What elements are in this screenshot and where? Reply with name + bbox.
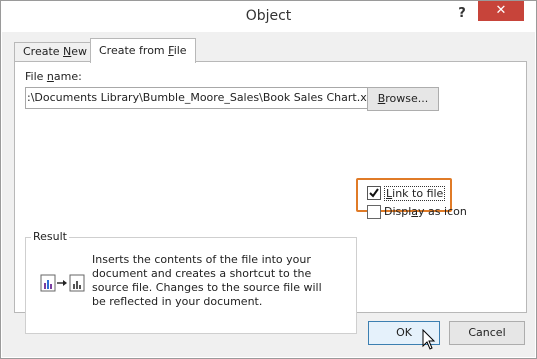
link-to-file-checkbox[interactable] [367, 186, 381, 200]
browse-button[interactable]: Browse... [367, 87, 439, 111]
dialog-body: Create New Create from File File name: :… [2, 32, 535, 357]
display-as-icon-checkbox[interactable] [367, 205, 381, 219]
checkmark-icon [369, 188, 379, 198]
link-to-file-text: ink to file [392, 187, 444, 200]
help-button[interactable]: ? [449, 3, 475, 25]
tab-create-from-file-label-prefix: Create from [99, 44, 169, 57]
create-from-file-panel: File name: :\Documents Library\Bumble_Mo… [14, 61, 527, 334]
tab-create-new-label-prefix: Create [23, 45, 64, 58]
tab-create-from-file-label-suffix: ile [173, 44, 187, 57]
title-bar: Object ? ✕ [1, 1, 536, 32]
linked-object-icon [40, 274, 85, 292]
tab-create-new[interactable]: Create New [14, 42, 97, 62]
link-to-file-label[interactable]: Link to file [384, 186, 446, 201]
cancel-button[interactable]: Cancel [449, 321, 525, 345]
close-button[interactable]: ✕ [478, 1, 524, 21]
file-name-label-prefix: File [25, 70, 47, 83]
display-as-icon-suffix: y as icon [418, 205, 467, 218]
object-dialog: Object ? ✕ Create New Create from File F… [0, 0, 537, 359]
file-name-label: File name: [25, 70, 82, 83]
result-group: Result Inserts the contents of the file … [25, 230, 357, 334]
browse-button-label: rowse... [385, 92, 429, 105]
file-name-label-accesskey: n [46, 70, 54, 83]
close-icon: ✕ [495, 3, 507, 18]
tab-create-from-file[interactable]: Create from File [90, 38, 196, 63]
display-as-icon-label[interactable]: Display as icon [384, 205, 467, 218]
file-name-label-suffix: ame: [53, 70, 82, 83]
tab-create-new-label-suffix: ew [71, 45, 88, 58]
result-title: Result [31, 230, 69, 243]
display-as-icon-prefix: Displ [384, 205, 412, 218]
file-name-input[interactable]: :\Documents Library\Bumble_Moore_Sales\B… [25, 87, 369, 109]
result-description: Inserts the contents of the file into yo… [92, 253, 322, 308]
mouse-cursor-icon [422, 329, 436, 350]
